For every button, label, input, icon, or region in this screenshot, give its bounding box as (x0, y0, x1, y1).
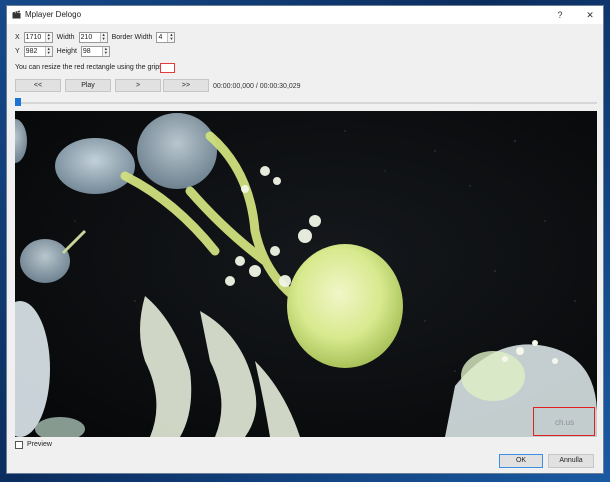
spin-down-icon[interactable]: ▼ (46, 37, 52, 42)
y-spinbox[interactable]: ▲▼ (23, 45, 53, 57)
border-width-input[interactable] (157, 32, 168, 42)
preview-label: Preview (27, 441, 52, 448)
width-spinner-arrows[interactable]: ▲ ▼ (99, 32, 107, 42)
play-button[interactable]: Play (65, 79, 111, 92)
step-forward-button[interactable]: > (115, 79, 161, 92)
x-input[interactable] (24, 32, 45, 42)
width-spinbox[interactable]: ▲▼ (78, 31, 108, 43)
rewind-button[interactable]: << (15, 79, 61, 92)
spin-down-icon[interactable]: ▼ (46, 51, 52, 56)
cancel-button[interactable]: Annulla (548, 454, 594, 468)
spin-down-icon[interactable]: ▼ (103, 51, 109, 56)
clapperboard-icon (12, 10, 21, 19)
width-label: Width (56, 33, 75, 41)
resize-hint: You can resize the red rectangle using t… (15, 64, 163, 71)
preview-checkbox[interactable] (15, 441, 23, 449)
geometry-row-2: Y ▲▼ Height ▲▼ (15, 45, 114, 57)
border-width-label: Border Width (111, 33, 153, 41)
border-width-spinbox[interactable]: ▲▼ (156, 31, 176, 43)
close-icon: ✕ (586, 10, 594, 20)
help-button[interactable]: ? (547, 6, 573, 24)
window-title: Mplayer Delogo (25, 10, 82, 19)
border-width-spinner-arrows[interactable]: ▲ ▼ (167, 32, 175, 42)
red-rectangle-sample (160, 63, 175, 73)
timecode-display: 00:00:00,000 / 00:00:30,029 (213, 83, 301, 90)
spin-down-icon[interactable]: ▼ (101, 37, 107, 42)
x-spinbox[interactable]: ▲▼ (23, 31, 53, 43)
x-label: X (15, 33, 20, 41)
geometry-row-1: X ▲▼ Width ▲▼ Border Width ▲▼ (15, 31, 179, 43)
seek-slider-track[interactable] (15, 102, 597, 104)
title-bar: Mplayer Delogo ? ✕ (7, 6, 603, 24)
y-spinner-arrows[interactable]: ▲ ▼ (44, 46, 52, 56)
height-input[interactable] (81, 46, 102, 56)
x-spinner-arrows[interactable]: ▲ ▼ (44, 32, 52, 42)
video-watermark: ch.us (555, 418, 575, 427)
close-button[interactable]: ✕ (577, 6, 603, 24)
height-label: Height (56, 47, 77, 55)
width-input[interactable] (79, 32, 100, 42)
y-label: Y (15, 47, 20, 55)
video-image (15, 111, 597, 437)
video-frame[interactable]: ch.us (15, 111, 597, 437)
fast-forward-button[interactable]: >> (163, 79, 209, 92)
height-spinbox[interactable]: ▲▼ (80, 45, 110, 57)
dialog-window: Mplayer Delogo ? ✕ X ▲▼ Width ▲▼ Border … (6, 5, 604, 474)
height-spinner-arrows[interactable]: ▲ ▼ (101, 46, 109, 56)
spin-down-icon[interactable]: ▼ (168, 37, 174, 42)
seek-slider-handle[interactable] (15, 98, 21, 106)
y-input[interactable] (24, 46, 45, 56)
help-icon: ? (557, 10, 563, 20)
ok-button[interactable]: OK (499, 454, 543, 468)
